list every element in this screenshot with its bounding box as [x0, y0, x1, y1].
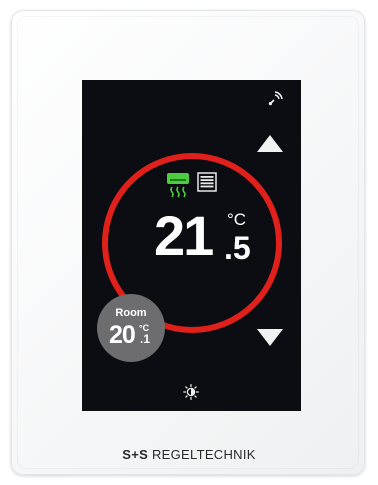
- setpoint-unit: °C: [227, 210, 247, 229]
- setpoint-integer: 21: [154, 204, 214, 267]
- cooling-ac-icon: [167, 173, 189, 198]
- thermostat-display[interactable]: 21 °C .5 Room 20 °C .1: [82, 80, 301, 411]
- room-integer: 20: [109, 321, 136, 349]
- brand-prefix: S+S: [122, 447, 149, 462]
- increase-arrow-icon[interactable]: [257, 135, 283, 152]
- room-temperature-badge[interactable]: Room 20 °C .1: [97, 294, 165, 362]
- setpoint-temperature: 21 °C .5: [154, 208, 264, 268]
- blinds-icon: [197, 172, 217, 192]
- decrease-arrow-icon[interactable]: [257, 329, 283, 346]
- product-photo: 21 °C .5 Room 20 °C .1 S+S REGELTECHNIK: [0, 0, 378, 485]
- wireless-signal-icon[interactable]: [267, 91, 283, 107]
- sun-brightness-icon[interactable]: [183, 384, 199, 400]
- room-decimal: .1: [140, 332, 151, 346]
- brand-logo: S+S REGELTECHNIK: [0, 448, 378, 462]
- room-label: Room: [115, 307, 147, 319]
- setpoint-decimal: .5: [224, 230, 251, 266]
- brand-name: REGELTECHNIK: [151, 447, 256, 462]
